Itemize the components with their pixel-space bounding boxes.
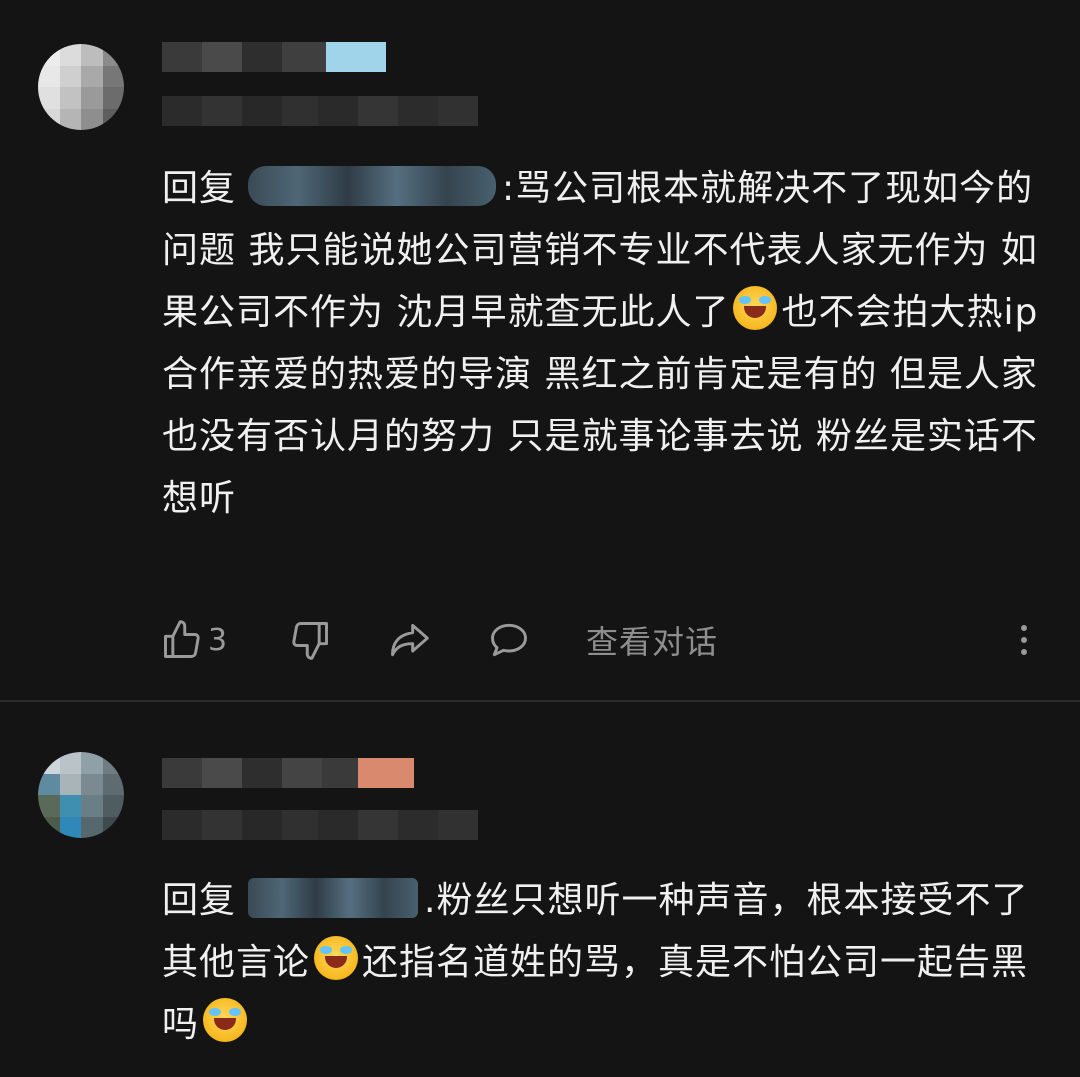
comment-icon <box>491 623 527 657</box>
comment-2: 回复 .粉丝只想听一种声音，根本接受不了其他言论 还指名道姓的骂，真是不怕公司一起告… <box>0 704 1080 1077</box>
comment-body: 回复:骂公司根本就解决不了现如今的问题 我只能说她公司营销不专业不代表人家无作为… <box>162 158 1042 530</box>
mentioned-username[interactable] <box>248 878 419 918</box>
thumb-down-icon <box>292 622 328 660</box>
laughing-crying-emoji-icon <box>203 998 248 1042</box>
comment-body: 回复 .粉丝只想听一种声音，根本接受不了其他言论 还指名道姓的骂，真是不怕公司一起告… <box>162 870 1042 1056</box>
laughing-crying-emoji-icon <box>314 936 359 980</box>
reply-prefix: 回复 <box>162 168 237 209</box>
more-options-button[interactable] <box>1012 612 1036 668</box>
thumb-up-icon <box>164 620 200 658</box>
avatar[interactable] <box>38 44 124 130</box>
avatar[interactable] <box>38 752 124 838</box>
view-conversation-link[interactable]: 查看对话 <box>586 612 718 668</box>
share-icon <box>391 623 429 657</box>
like-button[interactable]: 3 <box>160 612 227 668</box>
comment-1: 回复:骂公司根本就解决不了现如今的问题 我只能说她公司营销不专业不代表人家无作为… <box>0 0 1080 700</box>
more-vertical-icon <box>1021 625 1027 655</box>
comment-meta <box>162 96 478 126</box>
comment-meta <box>162 810 478 840</box>
username[interactable] <box>162 758 414 788</box>
divider <box>0 700 1080 702</box>
view-conversation-label: 查看对话 <box>586 623 719 661</box>
reply-button[interactable] <box>486 612 532 668</box>
mentioned-username[interactable] <box>248 166 497 206</box>
share-button[interactable] <box>386 612 432 668</box>
reply-prefix: 回复 <box>162 880 237 921</box>
laughing-crying-emoji-icon <box>733 286 778 330</box>
like-count: 3 <box>208 622 228 658</box>
dislike-button[interactable] <box>288 612 332 668</box>
username[interactable] <box>162 42 386 72</box>
comment-actions: 3 查看对话 <box>160 612 1040 668</box>
